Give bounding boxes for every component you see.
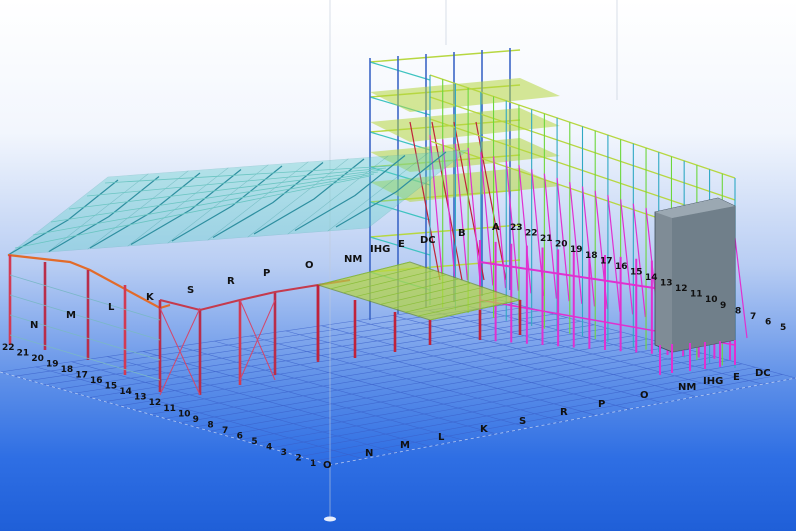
- gallery-brace: [607, 195, 621, 312]
- grid-label-number: 5: [251, 437, 257, 447]
- grid-label-number: 4: [266, 442, 272, 452]
- grid-label-letter: O: [323, 460, 332, 471]
- grid-label-number-right: 7: [750, 312, 756, 322]
- grid-label-letter: E: [733, 372, 740, 383]
- grid-label-number: 16: [90, 376, 103, 386]
- grid-label-letter-upper: NM: [344, 254, 362, 265]
- grid-label-number-right: 15: [630, 267, 643, 277]
- grid-label-letter: IHG: [703, 376, 723, 387]
- grid-label-number-right: 14: [645, 273, 658, 283]
- grid-label-number-right: 10: [705, 295, 718, 305]
- grid-label-number: 2: [295, 453, 301, 463]
- tower-floor-beam: [369, 61, 431, 81]
- grid-label-letter-upper: DC: [420, 235, 436, 246]
- grid-label-letter: NM: [678, 382, 696, 393]
- grid-label-letter: M: [400, 440, 410, 451]
- grid-label-letter-upper: IHG: [370, 244, 390, 255]
- grid-label-number-right: 11: [690, 290, 703, 300]
- grid-label-number-right: 21: [540, 234, 553, 244]
- grid-label-number: 17: [75, 371, 88, 381]
- grid-label-number: 9: [193, 415, 199, 425]
- grid-label-letter-upper: B: [458, 228, 466, 239]
- grid-label-number-right: 9: [720, 301, 726, 311]
- grid-label-number-right: 18: [585, 251, 598, 261]
- gallery-brace: [569, 182, 583, 304]
- grid-label-letter: L: [438, 432, 445, 443]
- grid-label-letter-upper: O: [305, 260, 314, 271]
- gallery-brace: [620, 199, 634, 315]
- grid-label-number: 1: [310, 459, 316, 469]
- grid-label-number-right: 22: [525, 229, 538, 239]
- grid-label-number: 13: [134, 393, 147, 403]
- grid-label-number-right: 5: [780, 323, 786, 333]
- tower-floor-beam: [369, 49, 521, 63]
- grid-label-number: 14: [119, 387, 132, 397]
- side-girt: [9, 294, 161, 341]
- grid-label-letter-upper: S: [187, 285, 194, 296]
- grid-label-letter-upper: N: [30, 320, 38, 331]
- grid-label-number-right: 8: [735, 306, 741, 316]
- grid-label-number-right: 19: [570, 245, 583, 255]
- grid-label-number: 10: [178, 409, 191, 419]
- grid-line: [71, 361, 397, 453]
- grid-label-letter-upper: E: [398, 239, 405, 250]
- grid-label-number: 21: [17, 349, 30, 359]
- grid-label-number: 11: [163, 404, 176, 414]
- grid-label-letter: O: [640, 390, 649, 401]
- grid-label-number: 20: [31, 354, 44, 364]
- grid-label-number: 15: [105, 382, 118, 392]
- grid-label-number: 19: [46, 360, 59, 370]
- grid-label-letter-upper: R: [227, 276, 235, 287]
- gallery-brace: [467, 147, 481, 283]
- structural-3d-model[interactable]: ONMLKSRPONMIHG E DC22212019181716151413121…: [0, 0, 796, 531]
- grid-label-number-right: 16: [615, 262, 628, 272]
- grid-label-letter-upper: L: [108, 302, 115, 313]
- origin-marker: [324, 516, 336, 522]
- model-viewport[interactable]: O N M L K S R P O NM IHG E DC 22 21 20 19 18 17 16 15 14 13 12 1…: [0, 0, 796, 531]
- grid-label-letter: K: [480, 424, 489, 435]
- grid-label-number-right: 13: [660, 279, 673, 289]
- grid-label-number-right: 20: [555, 240, 568, 250]
- grid-label-number-right: 6: [765, 317, 771, 327]
- grid-label-letter-upper: A: [492, 222, 500, 233]
- grid-label-letter: DC: [755, 368, 771, 379]
- grid-label-number-right: 12: [675, 284, 688, 294]
- grid-label-letter: P: [598, 399, 605, 410]
- grid-label-number-right: 17: [600, 256, 613, 266]
- gallery-brace: [734, 237, 748, 339]
- grid-label-number-right: 23: [510, 223, 523, 233]
- grid-label-letter: N: [365, 448, 373, 459]
- grid-label-number: 22: [2, 343, 15, 353]
- grid-label-letter: S: [519, 416, 526, 427]
- grid-label-number: 8: [207, 420, 213, 430]
- grid-label-letter-upper: K: [146, 292, 155, 303]
- platform-deck: [316, 261, 522, 321]
- grid-label-number: 6: [237, 431, 243, 441]
- grid-label-letter-upper: P: [263, 268, 270, 279]
- grid-label-number: 3: [281, 448, 287, 458]
- grid-label-number: 12: [149, 398, 162, 408]
- grid-label-number: 18: [61, 365, 74, 375]
- grid-label-letter-upper: M: [66, 310, 76, 321]
- grid-label-letter: R: [560, 407, 568, 418]
- side-girt: [9, 274, 161, 321]
- grid-label-number: 7: [222, 426, 228, 436]
- gallery-brace: [632, 203, 646, 318]
